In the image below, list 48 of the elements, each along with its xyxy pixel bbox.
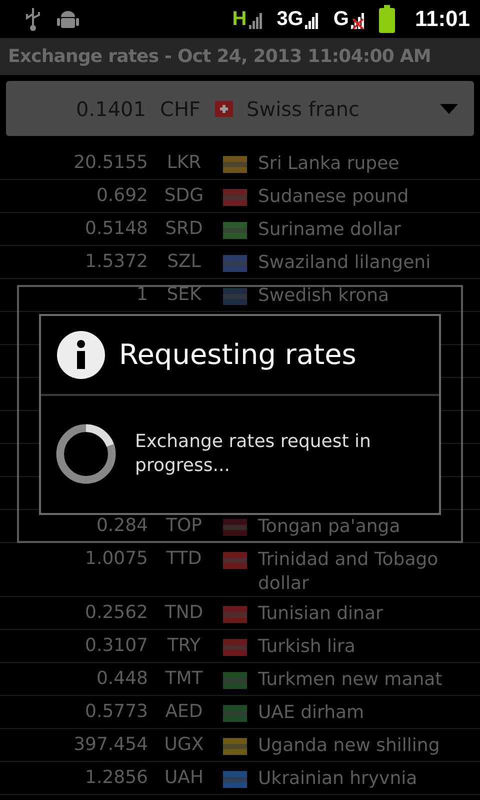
currency-name: Sri Lanka rupee bbox=[258, 152, 400, 176]
currency-code: TOP bbox=[164, 515, 204, 537]
dialog-title: Requesting rates bbox=[119, 338, 356, 371]
window-title: Exchange rates - Oct 24, 2013 11:04:00 AM bbox=[8, 46, 431, 67]
currency-name: Turkish lira bbox=[258, 635, 356, 659]
rate-value: 397.454 bbox=[72, 734, 148, 756]
currency-name: Swedish krona bbox=[258, 284, 390, 308]
currency-code: AED bbox=[164, 701, 204, 723]
android-icon bbox=[56, 8, 80, 30]
clock-time: 11:01 bbox=[414, 6, 470, 32]
currency-code: SEK bbox=[166, 284, 202, 306]
dialog-message: Exchange rates request in progress... bbox=[135, 430, 372, 478]
currency-name: Tunisian dinar bbox=[258, 602, 384, 626]
currency-code: UAH bbox=[163, 767, 205, 789]
usb-icon bbox=[24, 6, 42, 32]
currency-code: SRD bbox=[164, 218, 204, 240]
rate-value: 1.0075 bbox=[84, 548, 148, 570]
currency-name: Trinidad and Tobago dollar bbox=[258, 548, 440, 596]
currency-code: TND bbox=[164, 602, 204, 624]
rate-value: 0.2562 bbox=[84, 602, 148, 624]
currency-code: SDG bbox=[163, 185, 205, 207]
battery-icon bbox=[378, 5, 395, 33]
currency-name: UAE dirham bbox=[258, 701, 366, 725]
currency-name: Suriname dollar bbox=[258, 218, 402, 242]
currency-name: Swaziland lilangeni bbox=[258, 251, 432, 275]
currency-code: SZL bbox=[166, 251, 202, 273]
currency-code: TMT bbox=[164, 668, 204, 690]
caret-icon bbox=[440, 104, 458, 114]
rate-value: 0.3107 bbox=[84, 635, 148, 657]
rate-value: 0.448 bbox=[95, 668, 148, 690]
currency-name: Turkmen new manat bbox=[258, 668, 444, 692]
rate-value: 0.5773 bbox=[84, 701, 148, 723]
currency-code: TRY bbox=[166, 635, 202, 657]
rate-value: 1 bbox=[136, 284, 148, 306]
currency-name: Sudanese pound bbox=[258, 185, 410, 209]
rate-value: 0.284 bbox=[95, 515, 148, 537]
currency-name: Uganda new shilling bbox=[258, 734, 441, 758]
rate-value: 20.5155 bbox=[72, 152, 148, 174]
currency-code: UGX bbox=[163, 734, 205, 756]
rate-value: 1.2856 bbox=[84, 767, 148, 789]
rate-value: 0.692 bbox=[95, 185, 148, 207]
rate-value: 1.5372 bbox=[84, 251, 148, 273]
rate-value: 0.5148 bbox=[84, 218, 148, 240]
currency-name: Tongan pa'anga bbox=[258, 515, 402, 539]
currency-code: LKR bbox=[166, 152, 202, 174]
currency-code: TTD bbox=[165, 548, 203, 570]
info-icon bbox=[57, 330, 105, 378]
currency-name: Ukrainian hryvnia bbox=[258, 767, 418, 791]
